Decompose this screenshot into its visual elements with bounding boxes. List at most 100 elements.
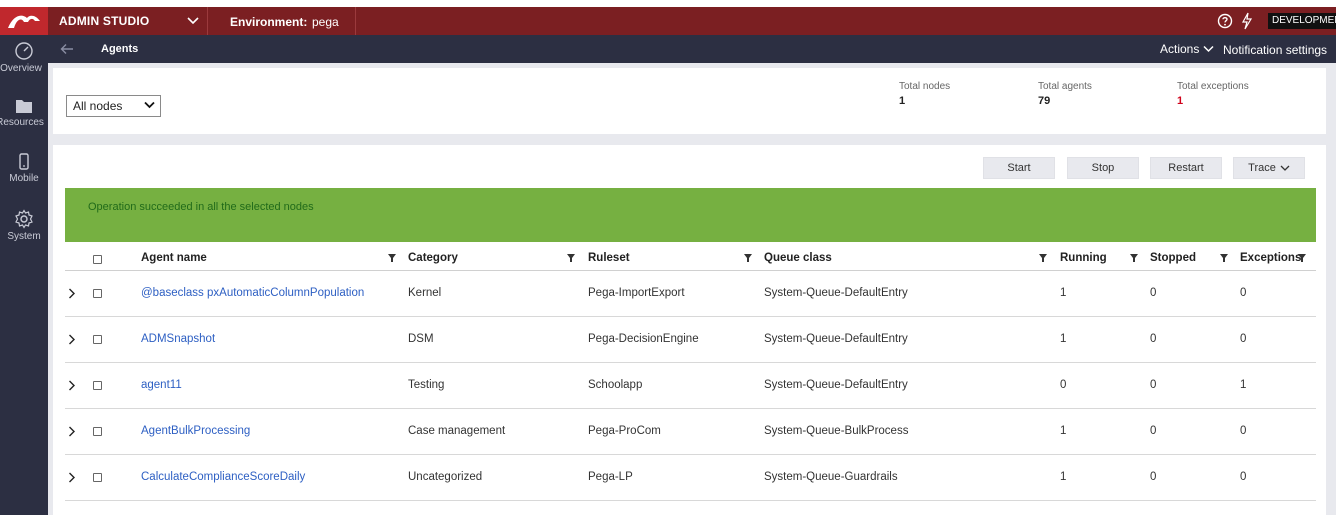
nav-item-system[interactable]: System [0,209,48,261]
nav-item-label: Resources [0,117,44,128]
filter-icon[interactable] [1039,254,1047,262]
column-header-ruleset[interactable]: Ruleset [588,252,630,264]
queue-class-cell: System-Queue-Guardrails [764,471,898,483]
gauge-icon [15,42,33,60]
column-header-running[interactable]: Running [1060,252,1107,264]
stat-label: Total nodes [899,81,951,92]
exceptions-cell: 0 [1240,287,1247,299]
agents-panel: Start Stop Restart Trace Operation succe… [53,145,1326,515]
success-message: Operation succeeded in all the selected … [88,201,314,213]
row-checkbox[interactable] [93,427,102,436]
trace-label: Trace [1248,162,1276,174]
page-header: Agents Actions Notification settings [48,35,1336,63]
chevron-down-icon [144,101,155,109]
chevron-right-icon[interactable] [68,334,76,345]
start-button[interactable]: Start [983,157,1055,179]
table-row[interactable]: agent11 Testing Schoolapp System-Queue-D… [65,363,1316,409]
category-cell: Kernel [408,287,442,299]
chevron-right-icon[interactable] [68,426,76,437]
column-header-queue-class[interactable]: Queue class [764,252,832,264]
page-title: Agents [101,43,139,55]
agent-name-link[interactable]: ADMSnapshot [141,333,215,345]
stat-total-nodes: Total nodes 1 [899,81,950,107]
stopped-cell: 0 [1150,425,1157,437]
success-banner: Operation succeeded in all the selected … [65,188,1316,242]
filter-icon[interactable] [1130,254,1138,262]
lightning-icon[interactable] [1241,12,1253,30]
stopped-cell: 0 [1150,471,1157,483]
row-checkbox[interactable] [93,289,102,298]
studio-switcher[interactable]: ADMIN STUDIO [48,7,208,35]
restart-button[interactable]: Restart [1150,157,1222,179]
column-header-exceptions[interactable]: Exceptions [1240,252,1301,264]
nav-item-label: Overview [0,63,42,74]
help-icon[interactable] [1217,13,1233,29]
filter-icon[interactable] [1298,254,1306,262]
running-cell: 1 [1060,471,1067,483]
agent-name-link[interactable]: AgentBulkProcessing [141,425,250,437]
category-cell: Case management [408,425,506,437]
filter-icon[interactable] [1220,254,1228,262]
stopped-cell: 0 [1150,287,1157,299]
agent-name-link[interactable]: CalculateComplianceScoreDaily [141,471,305,483]
pega-logo-icon [8,15,40,28]
ruleset-cell: Pega-DecisionEngine [588,333,699,345]
stat-label: Total agents [1038,81,1092,92]
filter-icon[interactable] [567,254,575,262]
running-cell: 1 [1060,425,1067,437]
category-cell: DSM [408,333,434,345]
row-checkbox[interactable] [93,473,102,482]
ruleset-cell: Pega-ProCom [588,425,661,437]
select-all-checkbox[interactable] [93,255,102,264]
table-row[interactable]: AgentBulkProcessing Case management Pega… [65,409,1316,455]
column-header-stopped[interactable]: Stopped [1150,252,1196,264]
nav-item-overview[interactable]: Overview [0,41,48,93]
filter-icon[interactable] [388,254,396,262]
stat-total-exceptions: Total exceptions 1 [1177,81,1249,107]
node-filter-value: All nodes [73,99,123,113]
nav-item-mobile[interactable]: Mobile [0,153,48,205]
row-checkbox[interactable] [93,381,102,390]
chevron-right-icon[interactable] [68,288,76,299]
category-cell: Uncategorized [408,471,483,483]
node-filter-select[interactable]: All nodes [66,95,161,117]
ruleset-cell: Pega-LP [588,471,633,483]
environment-badge: DEVELOPMENT [1268,13,1336,29]
table-row[interactable]: @baseclass pxAutomaticColumnPopulation K… [65,271,1316,317]
stat-label: Total exceptions [1177,81,1249,92]
gear-icon [15,209,33,229]
studio-label: ADMIN STUDIO [59,14,150,28]
stat-value: 79 [1038,95,1051,107]
running-cell: 1 [1060,333,1067,345]
agent-name-link[interactable]: agent11 [141,379,182,391]
stat-value: 1 [899,95,906,107]
agent-name-link[interactable]: @baseclass pxAutomaticColumnPopulation [141,287,364,299]
trace-menu-button[interactable]: Trace [1233,157,1305,179]
exceptions-cell: 1 [1240,379,1247,391]
column-header-category[interactable]: Category [408,252,458,264]
stop-button[interactable]: Stop [1067,157,1139,179]
chevron-right-icon[interactable] [68,380,76,391]
row-checkbox[interactable] [93,335,102,344]
stopped-cell: 0 [1150,333,1157,345]
table-header: Agent name Category Ruleset Queue class … [65,245,1316,271]
nav-item-resources[interactable]: Resources [0,97,48,149]
exceptions-cell: 0 [1240,471,1247,483]
pega-logo[interactable] [0,7,48,35]
left-nav: Overview Resources Mobile System [0,35,48,515]
filter-icon[interactable] [744,254,752,262]
chevron-right-icon[interactable] [68,472,76,483]
notification-settings-link[interactable]: Notification settings [1223,43,1327,57]
column-header-agent-name[interactable]: Agent name [141,252,207,264]
nav-item-label: System [7,231,41,242]
exceptions-cell: 0 [1240,425,1247,437]
actions-menu-button[interactable]: Actions [1160,42,1199,56]
chevron-down-icon [1280,165,1290,171]
summary-panel: All nodes Total nodes 1 Total agents 79 … [53,68,1326,134]
back-arrow-icon[interactable] [60,43,74,55]
environment-label: Environment: [230,15,308,29]
stat-value[interactable]: 1 [1177,95,1249,107]
running-cell: 1 [1060,287,1067,299]
table-row[interactable]: CalculateComplianceScoreDaily Uncategori… [65,455,1316,501]
table-row[interactable]: ADMSnapshot DSM Pega-DecisionEngine Syst… [65,317,1316,363]
